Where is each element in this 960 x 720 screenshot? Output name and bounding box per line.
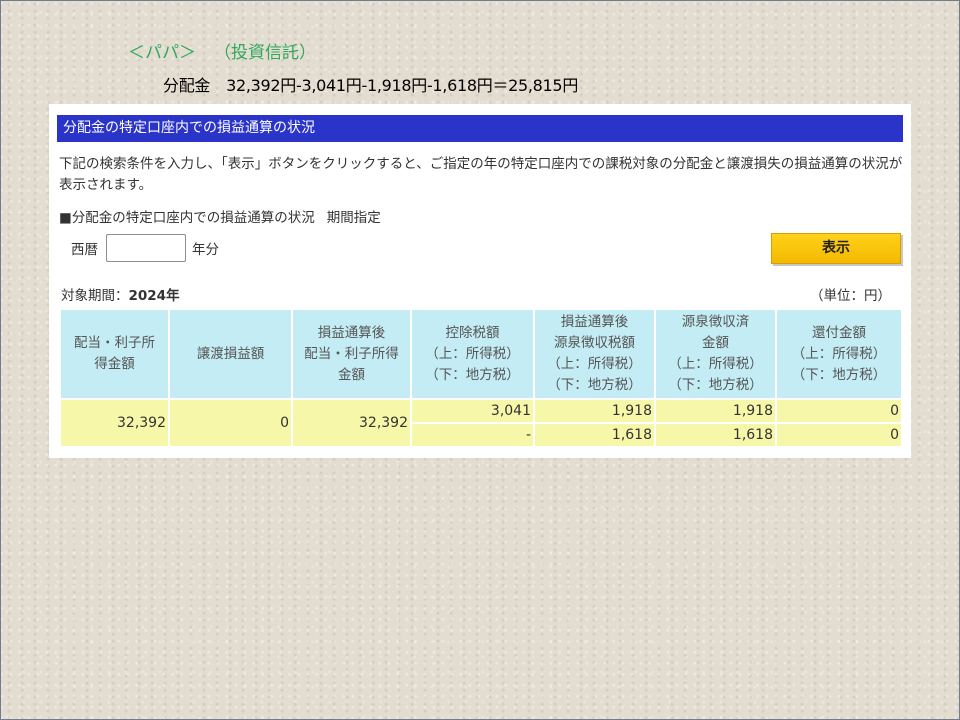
year-row: 西暦 年分 [71,233,219,263]
heading-type: （投資信託） [214,43,316,63]
cell-deducted-tax-lower: - [412,424,533,446]
offset-table: 配当・利子所 得金額 譲渡損益額 損益通算後 配当・利子所得 金額 控除税額 （上：所得… [59,308,903,448]
period-label: 期間指定 [326,210,381,226]
year-prefix: 西暦 [71,242,98,258]
section-title: ■分配金の特定口座内での損益通算の状況 期間指定 [59,206,381,226]
cell-refund-lower: 0 [777,424,901,446]
slide-heading: ＜パパ＞ （投資信託） [128,38,316,63]
header-after-offset-income: 損益通算後 配当・利子所得 金額 [293,310,410,398]
panel-description: 下記の検索条件を入力し、「表示」ボタンをクリックすると、ご指定の年の特定口座内で… [59,156,903,193]
distribution-formula: 分配金 32,392円-3,041円-1,918円-1,618円＝25,815円 [163,72,578,96]
panel-title: 分配金の特定口座内での損益通算の状況 [57,115,903,142]
header-deducted-tax: 控除税額 （上：所得税） （下：地方税） [412,310,533,398]
table-row: 32,392 0 32,392 3,041 1,918 1,918 0 [61,400,901,446]
header-dividend-income: 配当・利子所 得金額 [61,310,168,398]
cell-withheld-upper: 1,918 [656,400,775,422]
header-withholding-after: 損益通算後 源泉徴収税額 （上：所得税） （下：地方税） [535,310,654,398]
result-panel: 分配金の特定口座内での損益通算の状況 下記の検索条件を入力し、「表示」ボタンをク… [49,104,911,458]
year-suffix: 年分 [192,242,219,258]
table-header-row: 配当・利子所 得金額 譲渡損益額 損益通算後 配当・利子所得 金額 控除税額 （上：所得… [61,310,901,398]
target-value: 2024年 [128,288,180,304]
section-title-text: ■分配金の特定口座内での損益通算の状況 [59,210,315,226]
unit-label: （単位：円） [810,288,891,304]
target-period: 対象期間：2024年 [61,284,180,304]
heading-name: ＜パパ＞ [128,43,196,63]
cell-withholding-after-upper: 1,918 [535,400,654,422]
show-button[interactable]: 表示 [771,233,901,264]
cell-refund-upper: 0 [777,400,901,422]
formula-label: 分配金 [163,76,211,95]
cell-after-offset-income: 32,392 [293,400,410,446]
header-withheld: 源泉徴収済 金額 （上：所得税） （下：地方税） [656,310,775,398]
cell-withholding-after-lower: 1,618 [535,424,654,446]
cell-transfer-pl: 0 [170,400,291,446]
year-input[interactable] [106,234,186,262]
cell-deducted-tax-upper: 3,041 [412,400,533,422]
cell-dividend-income: 32,392 [61,400,168,446]
header-refund: 還付金額 （上：所得税） （下：地方税） [777,310,901,398]
formula-value: 32,392円-3,041円-1,918円-1,618円＝25,815円 [226,76,579,95]
header-transfer-pl: 譲渡損益額 [170,310,291,398]
cell-withheld-lower: 1,618 [656,424,775,446]
target-label: 対象期間： [61,288,129,304]
